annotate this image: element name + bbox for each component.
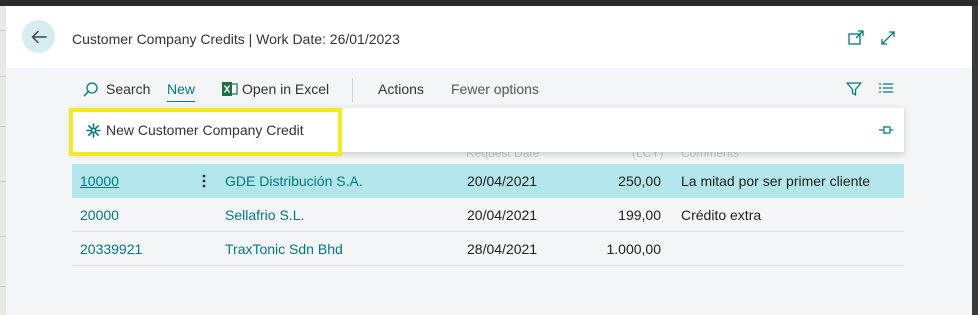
- excel-label: Open in Excel: [242, 81, 330, 97]
- customer-no-link[interactable]: 10000: [80, 164, 119, 197]
- amount: 250,00: [618, 172, 661, 189]
- customer-no-link[interactable]: 20000: [80, 198, 119, 231]
- search-label: Search: [106, 81, 151, 97]
- new-menu-button[interactable]: New: [167, 76, 196, 102]
- page-header: Customer Company Credits | Work Date: 26…: [6, 6, 972, 68]
- page-title: Customer Company Credits | Work Date: 26…: [72, 31, 400, 47]
- search-button[interactable]: Search: [82, 76, 150, 102]
- table-row[interactable]: 20000 Sellafrio S.L. 20/04/2021 199,00 C…: [72, 198, 904, 232]
- new-label: New: [167, 81, 196, 97]
- comment: La mitad por ser primer cliente: [681, 172, 871, 189]
- request-date: 28/04/2021: [467, 240, 538, 257]
- action-bar: Search New Open in Excel Actions Fewer o…: [6, 76, 972, 102]
- fewer-options-button[interactable]: Fewer options: [451, 76, 539, 102]
- amount: 1.000,00: [606, 240, 662, 257]
- back-button[interactable]: [22, 20, 55, 53]
- table-row[interactable]: 20339921 TraxTonic Sdn Bhd 28/04/2021 1.…: [72, 232, 904, 266]
- expand-icon[interactable]: [879, 29, 897, 47]
- excel-icon: [222, 82, 238, 96]
- row-menu-icon[interactable]: [196, 164, 212, 197]
- filter-icon[interactable]: [845, 80, 863, 98]
- amount: 199,00: [618, 206, 661, 223]
- customer-name-link[interactable]: TraxTonic Sdn Bhd: [225, 232, 343, 265]
- new-customer-company-credit-menu-item[interactable]: New Customer Company Credit: [86, 120, 304, 140]
- list-view-icon[interactable]: [878, 81, 894, 97]
- fewer-options-label: Fewer options: [451, 81, 539, 97]
- toolbar-divider: [352, 78, 353, 102]
- credits-list: 10000 GDE Distribución S.A. 20/04/2021 2…: [72, 164, 904, 266]
- customer-name-link[interactable]: GDE Distribución S.A.: [225, 164, 363, 197]
- list-page-panel: Customer Company Credits | Work Date: 26…: [6, 6, 972, 315]
- open-in-new-window-icon[interactable]: [847, 29, 865, 47]
- request-date: 20/04/2021: [467, 172, 538, 189]
- pin-icon[interactable]: [878, 122, 894, 138]
- open-in-excel-button[interactable]: Open in Excel: [222, 76, 329, 102]
- search-icon: [83, 81, 98, 96]
- table-row[interactable]: 10000 GDE Distribución S.A. 20/04/2021 2…: [72, 164, 904, 198]
- active-underline: [167, 101, 196, 102]
- comment: Crédito extra: [681, 206, 762, 223]
- customer-name-link[interactable]: Sellafrio S.L.: [225, 198, 304, 231]
- arrow-left-icon: [31, 30, 47, 43]
- actions-label: Actions: [378, 81, 424, 97]
- new-sparkle-icon: [86, 122, 101, 138]
- new-action-dropdown: New Customer Company Credit: [72, 108, 904, 152]
- new-customer-company-credit-label: New Customer Company Credit: [106, 122, 304, 138]
- actions-menu-button[interactable]: Actions: [378, 76, 424, 102]
- request-date: 20/04/2021: [467, 206, 538, 223]
- customer-no-link[interactable]: 20339921: [80, 232, 142, 265]
